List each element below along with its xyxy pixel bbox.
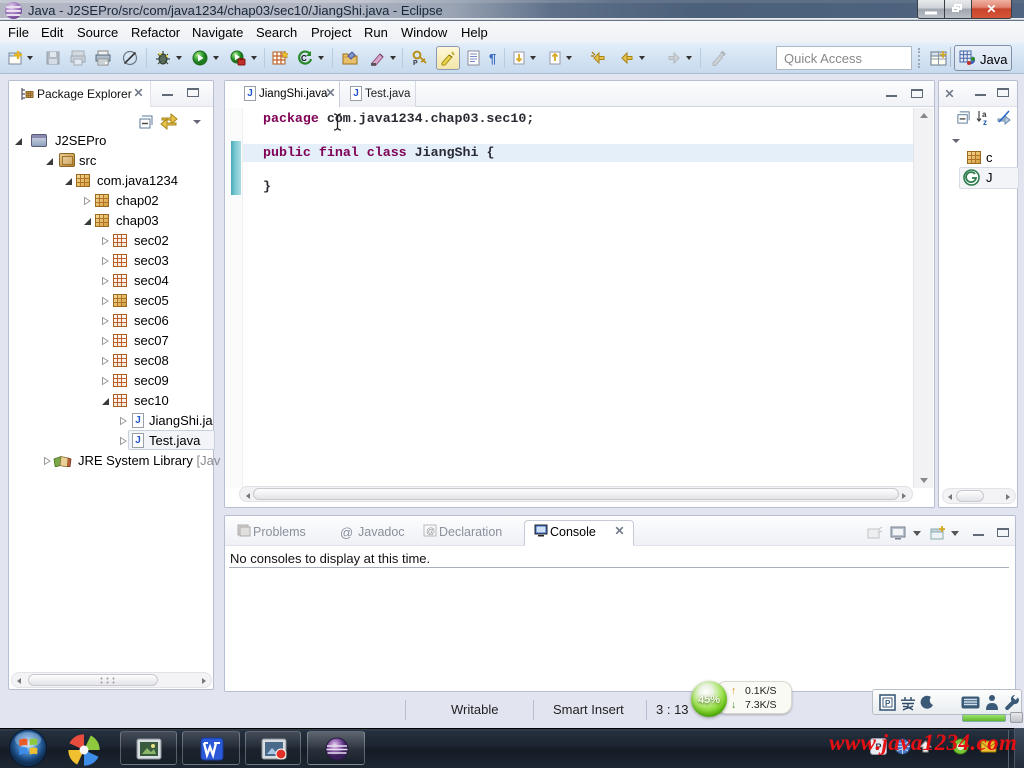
svg-text:C: C: [301, 54, 307, 63]
svg-text:@: @: [426, 526, 435, 536]
svg-text:z: z: [983, 118, 987, 126]
svg-text:P: P: [413, 60, 418, 66]
svg-text:P: P: [885, 699, 891, 708]
svg-text:¶: ¶: [489, 51, 496, 66]
